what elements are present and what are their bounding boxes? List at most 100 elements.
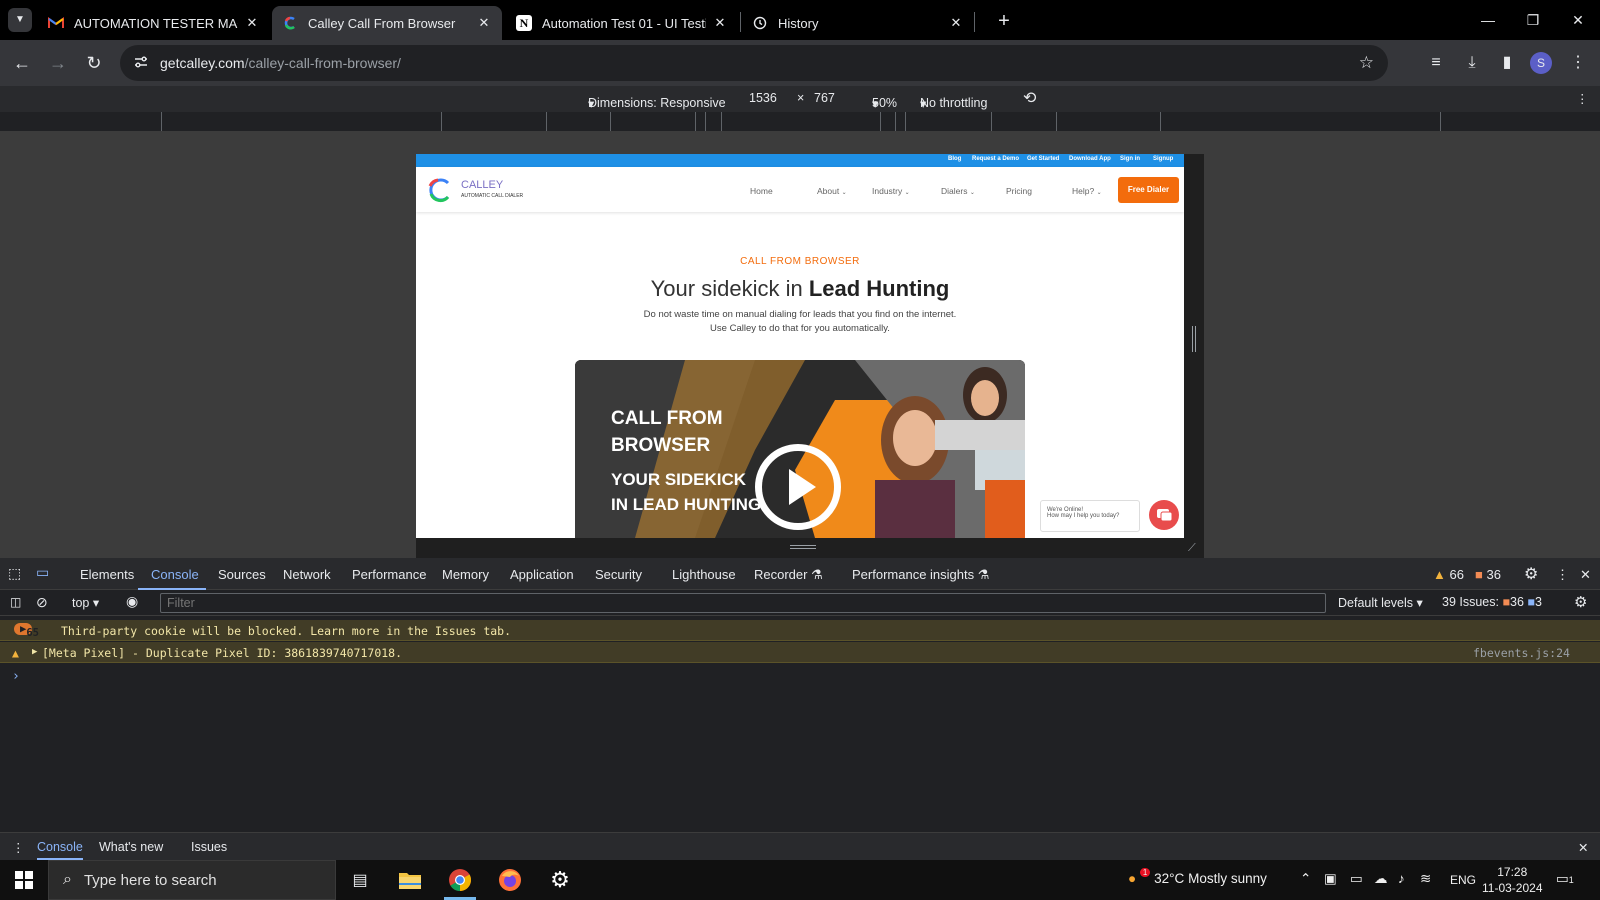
console-message[interactable]: ▶ 65 Third-party cookie will be blocked.… xyxy=(0,620,1600,641)
tab-network[interactable]: Network xyxy=(283,567,331,582)
taskbar-settings[interactable]: ⚙ xyxy=(536,860,584,900)
top-link-demo[interactable]: Request a Demo xyxy=(972,156,1019,162)
console-message[interactable]: ▲ ▶ [Meta Pixel] - Duplicate Pixel ID: 3… xyxy=(0,642,1600,663)
nav-help[interactable]: Help? ⌄ xyxy=(1072,186,1102,196)
tray-volume-icon[interactable]: ♪ xyxy=(1398,871,1405,886)
browser-tab-gmail[interactable]: AUTOMATION TESTER MACHIN ✕ xyxy=(38,6,270,40)
nav-dialers[interactable]: Dialers ⌄ xyxy=(941,186,975,196)
tab-recorder[interactable]: Recorder ⚗ xyxy=(754,567,823,583)
menu-icon[interactable]: ⋮ xyxy=(1566,51,1590,75)
tab-search-button[interactable]: ▼ xyxy=(8,8,32,32)
media-control-icon[interactable]: ≡ xyxy=(1424,51,1448,75)
site-logo[interactable]: CALLEY AUTOMATIC CALL DIALER xyxy=(426,177,536,203)
free-dialer-button[interactable]: Free Dialer xyxy=(1118,177,1179,203)
nav-industry[interactable]: Industry ⌄ xyxy=(872,186,910,196)
new-tab-button[interactable]: + xyxy=(992,9,1016,33)
tab-performance[interactable]: Performance xyxy=(352,567,426,582)
drawer-menu-icon[interactable]: ⋮ xyxy=(12,840,25,855)
corner-resize-icon[interactable]: ⟋ xyxy=(1188,542,1196,555)
star-icon[interactable]: ☆ xyxy=(1359,53,1374,73)
log-levels-dropdown[interactable]: Default levels ▾ xyxy=(1338,595,1423,610)
webpage-viewport[interactable]: Blog Request a Demo Get Started Download… xyxy=(416,154,1184,538)
close-drawer-icon[interactable]: ✕ xyxy=(1578,840,1588,855)
tab-application[interactable]: Application xyxy=(510,567,574,582)
clear-console-icon[interactable]: ⊘ xyxy=(36,594,48,611)
console-settings-icon[interactable]: ⚙ xyxy=(1574,593,1587,611)
tab-console[interactable]: Console xyxy=(151,567,199,582)
promo-video[interactable]: CALL FROM BROWSER YOUR SIDEKICK IN LEAD … xyxy=(575,360,1025,538)
browser-tab-calley[interactable]: Calley Call From Browser ✕ xyxy=(272,6,502,40)
address-bar[interactable]: getcalley.com/calley-call-from-browser/ … xyxy=(120,45,1388,81)
profile-avatar[interactable]: S xyxy=(1530,52,1552,74)
weather-widget[interactable]: ● 1 32°C Mostly sunny xyxy=(1128,868,1267,886)
notification-center[interactable]: ▭1 xyxy=(1556,871,1574,887)
eye-icon[interactable]: ◉ xyxy=(126,593,138,610)
settings-gear-icon[interactable]: ⚙ xyxy=(1524,564,1538,584)
start-button[interactable] xyxy=(0,860,48,900)
close-devtools-icon[interactable]: ✕ xyxy=(1580,567,1591,583)
message-source-link[interactable]: fbevents.js:24 xyxy=(1473,646,1570,660)
browser-tab-notion[interactable]: N Automation Test 01 - UI Testing ✕ xyxy=(506,6,738,40)
restore-button[interactable]: ❐ xyxy=(1513,6,1553,34)
chat-launcher-button[interactable] xyxy=(1149,500,1179,530)
errors-counter[interactable]: ■ 36 xyxy=(1475,567,1501,582)
top-link-blog[interactable]: Blog xyxy=(948,156,961,162)
close-window-button[interactable]: ✕ xyxy=(1558,6,1598,34)
tray-meet-icon[interactable]: ▣ xyxy=(1324,871,1337,887)
tray-wifi-icon[interactable]: ≋ xyxy=(1420,871,1431,887)
minimize-button[interactable]: — xyxy=(1468,6,1508,34)
top-link-download[interactable]: Download App xyxy=(1069,156,1111,162)
width-input[interactable]: 1536 xyxy=(749,91,777,105)
tab-performance-insights[interactable]: Performance insights ⚗ xyxy=(852,567,989,583)
devtools-menu-icon[interactable]: ⋮ xyxy=(1556,567,1569,583)
download-icon[interactable]: ⤓ xyxy=(1460,51,1484,75)
tray-overflow-icon[interactable]: ⌃ xyxy=(1300,871,1311,887)
nav-about[interactable]: About ⌄ xyxy=(817,186,847,196)
close-icon[interactable]: ✕ xyxy=(948,15,964,31)
back-button[interactable]: ← xyxy=(8,49,36,77)
taskbar-file-explorer[interactable] xyxy=(386,860,434,900)
chat-widget-bubble[interactable]: We're Online! How may I help you today? xyxy=(1040,500,1140,532)
taskbar-search[interactable]: ⌕ Type here to search xyxy=(48,860,336,900)
taskbar-firefox[interactable] xyxy=(486,860,534,900)
forward-button[interactable]: → xyxy=(44,49,72,77)
inspect-element-icon[interactable]: ⬚ xyxy=(8,565,21,582)
drawer-tab-issues[interactable]: Issues xyxy=(191,840,227,854)
expand-triangle-icon[interactable]: ▶ xyxy=(32,647,37,657)
tab-security[interactable]: Security xyxy=(595,567,642,582)
side-panel-icon[interactable]: ▮ xyxy=(1495,51,1519,75)
close-icon[interactable]: ✕ xyxy=(712,15,728,31)
top-link-signin[interactable]: Sign in xyxy=(1120,156,1140,162)
tab-memory[interactable]: Memory xyxy=(442,567,489,582)
warnings-counter[interactable]: ▲ 66 xyxy=(1433,567,1464,582)
rotate-icon[interactable]: ⟲ xyxy=(1023,88,1036,108)
top-link-get-started[interactable]: Get Started xyxy=(1027,156,1059,162)
drawer-tab-whats-new[interactable]: What's new xyxy=(99,840,163,854)
language-indicator[interactable]: ENG xyxy=(1450,873,1476,887)
more-options-icon[interactable]: ⋮ xyxy=(1576,91,1589,106)
nav-pricing[interactable]: Pricing xyxy=(1006,186,1032,196)
site-info-icon[interactable] xyxy=(134,55,148,72)
tray-cloud-icon[interactable]: ☁ xyxy=(1374,871,1388,887)
sidebar-toggle-icon[interactable]: ◫ xyxy=(10,595,21,609)
drawer-tab-console[interactable]: Console xyxy=(37,840,83,860)
issues-counter[interactable]: 39 Issues: ■36 ■3 xyxy=(1442,595,1542,609)
clock[interactable]: 17:28 11-03-2024 xyxy=(1482,864,1543,896)
device-toggle-icon[interactable]: ▭ xyxy=(36,564,49,581)
context-selector[interactable]: top ▾ xyxy=(72,595,99,610)
close-icon[interactable]: ✕ xyxy=(476,15,492,31)
console-filter-input[interactable] xyxy=(160,593,1326,613)
reload-button[interactable]: ↻ xyxy=(80,49,108,77)
top-link-signup[interactable]: Signup xyxy=(1153,156,1173,162)
tab-elements[interactable]: Elements xyxy=(80,567,134,582)
browser-tab-history[interactable]: History ✕ xyxy=(742,6,974,40)
play-button[interactable] xyxy=(755,444,841,530)
task-view-button[interactable]: ▤ xyxy=(336,860,384,900)
tab-lighthouse[interactable]: Lighthouse xyxy=(672,567,736,582)
tray-battery-icon[interactable]: ▭ xyxy=(1350,871,1363,887)
tab-sources[interactable]: Sources xyxy=(218,567,266,582)
viewport-bottom-handle[interactable]: ⟋ xyxy=(416,538,1204,558)
nav-home[interactable]: Home xyxy=(750,186,773,196)
close-icon[interactable]: ✕ xyxy=(244,15,260,31)
taskbar-chrome[interactable] xyxy=(436,860,484,900)
